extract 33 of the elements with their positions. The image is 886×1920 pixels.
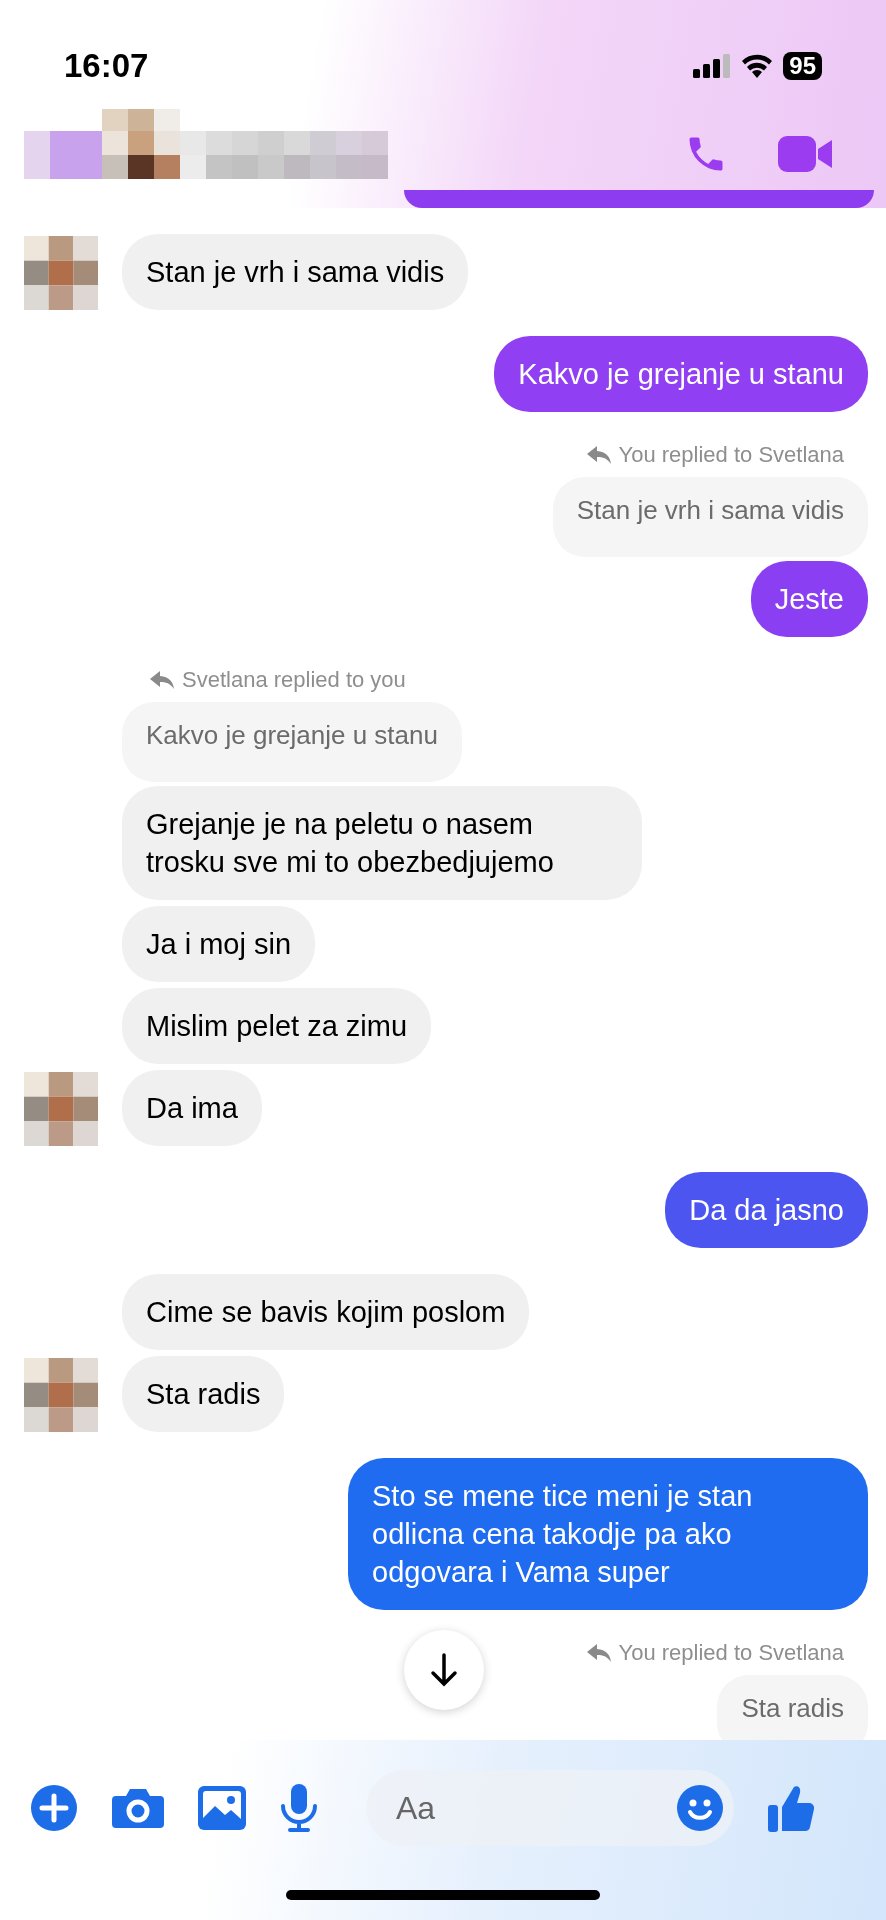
message-bubble: Sta radis [122, 1356, 285, 1432]
thumbs-up-icon[interactable] [768, 1783, 816, 1833]
message-bubble: Grejanje je na peletu o nasem trosku sve mi to obezbedjujemo [122, 786, 642, 900]
reply-icon [586, 445, 611, 464]
message-bubble: Jeste [750, 561, 868, 637]
reply-note: You replied to Svetlana [618, 1639, 844, 1667]
microphone-icon[interactable] [280, 1784, 318, 1832]
message-bubble: Kakvo je grejanje u stanu [494, 336, 868, 412]
message-bubble: Sto se mene tice meni je stan odlicna cena takodje pa ako odgovara i Vama super [348, 1458, 868, 1610]
camera-icon[interactable] [112, 1786, 164, 1830]
message-input[interactable]: Aa [366, 1770, 734, 1846]
reply-icon [586, 1643, 611, 1662]
arrow-down-icon [429, 1653, 459, 1687]
message-bubble: Mislim pelet za zimu [122, 988, 432, 1064]
message-bubble: Da ima [122, 1070, 262, 1146]
battery-level: 95 [783, 52, 822, 80]
wifi-icon [741, 54, 774, 78]
reply-note: You replied to Svetlana [618, 441, 844, 469]
message-bubble: Cime se bavis kojim poslom [122, 1274, 530, 1350]
image-icon[interactable] [198, 1786, 246, 1830]
status-time: 16:07 [64, 46, 149, 87]
message-bubble: Da da jasno [665, 1172, 868, 1248]
plus-icon[interactable] [30, 1784, 78, 1832]
reply-icon [150, 670, 174, 689]
scroll-down-button[interactable] [404, 1630, 484, 1710]
message-bubble: Stan je vrh i sama vidis [122, 234, 469, 310]
quoted-message: Kakvo je grejanje u stanu [122, 702, 462, 782]
signal-icon [693, 54, 732, 78]
message-bubble: Ja i moj sin [122, 906, 316, 982]
reply-note: Svetlana replied to you [182, 666, 406, 694]
smiley-icon[interactable] [676, 1784, 724, 1832]
quoted-message: Stan je vrh i sama vidis [552, 477, 868, 557]
video-call-icon[interactable] [778, 134, 834, 174]
